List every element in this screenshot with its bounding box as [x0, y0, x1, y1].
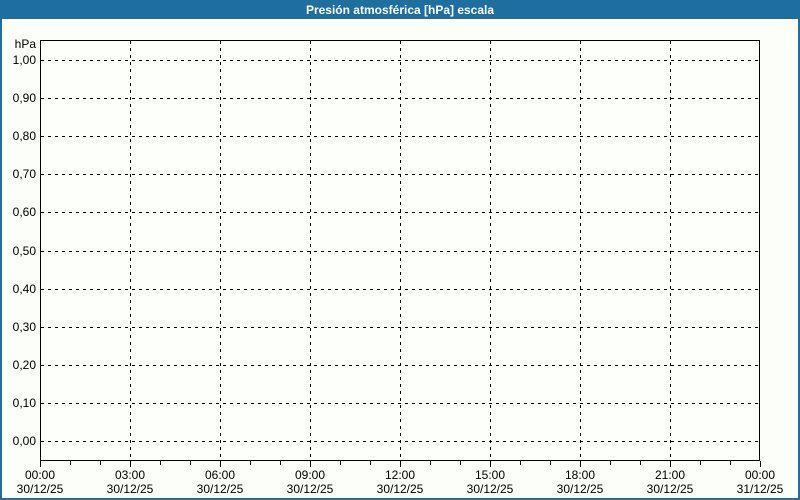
chart-title-bar: Presión atmosférica [hPa] escala — [2, 2, 798, 19]
y-tick-label: 0,10 — [12, 395, 36, 410]
x-minor-tick — [460, 461, 461, 465]
x-tick-time: 09:00 — [294, 468, 326, 482]
x-minor-tick — [250, 461, 251, 465]
y-tick-label: 0,70 — [12, 167, 36, 182]
x-major-tick — [40, 461, 41, 467]
x-minor-tick — [370, 461, 371, 465]
gridline-v — [490, 41, 491, 460]
x-tick-time: 21:00 — [654, 468, 686, 482]
x-tick-label: 12:00 30/12/25 — [365, 468, 435, 496]
x-tick-date: 31/12/25 — [736, 482, 784, 496]
x-minor-tick — [640, 461, 641, 465]
y-tick-label: 0,80 — [12, 129, 36, 144]
y-tick-label: 0,50 — [12, 243, 36, 258]
x-minor-tick — [100, 461, 101, 465]
gridline-v — [310, 41, 311, 460]
gridline-v — [130, 41, 131, 460]
x-tick-label: 09:00 30/12/25 — [275, 468, 345, 496]
x-minor-tick — [280, 461, 281, 465]
y-tick-label: 0,40 — [12, 281, 36, 296]
x-tick-date: 30/12/25 — [646, 482, 694, 496]
x-tick-label: 00:00 31/12/25 — [725, 468, 795, 496]
x-tick-label: 18:00 30/12/25 — [545, 468, 615, 496]
x-major-tick — [490, 461, 491, 467]
x-tick-label: 03:00 30/12/25 — [95, 468, 165, 496]
x-tick-date: 30/12/25 — [556, 482, 604, 496]
gridline-v — [580, 41, 581, 460]
x-tick-date: 30/12/25 — [466, 482, 514, 496]
x-tick-label: 15:00 30/12/25 — [455, 468, 525, 496]
chart-window: Presión atmosférica [hPa] escala hPa 1,0… — [0, 0, 800, 500]
x-minor-tick — [340, 461, 341, 465]
x-minor-tick — [520, 461, 521, 465]
x-tick-time: 00:00 — [744, 468, 776, 482]
x-tick-date: 30/12/25 — [196, 482, 244, 496]
x-major-tick — [220, 461, 221, 467]
x-major-tick — [670, 461, 671, 467]
x-minor-tick — [160, 461, 161, 465]
x-major-tick — [400, 461, 401, 467]
x-tick-time: 00:00 — [24, 468, 56, 482]
x-minor-tick — [730, 461, 731, 465]
x-tick-date: 30/12/25 — [16, 482, 64, 496]
x-major-tick — [130, 461, 131, 467]
x-tick-time: 18:00 — [564, 468, 596, 482]
x-minor-tick — [70, 461, 71, 465]
gridline-v — [220, 41, 221, 460]
gridline-v — [670, 41, 671, 460]
gridline-v — [400, 41, 401, 460]
x-tick-label: 00:00 30/12/25 — [5, 468, 75, 496]
x-minor-tick — [700, 461, 701, 465]
x-minor-tick — [190, 461, 191, 465]
y-tick-label: 0,90 — [12, 91, 36, 106]
x-minor-tick — [610, 461, 611, 465]
y-tick-label: 0,20 — [12, 357, 36, 372]
x-tick-time: 15:00 — [474, 468, 506, 482]
x-minor-tick — [550, 461, 551, 465]
plot-area[interactable] — [40, 40, 760, 461]
y-tick-label: 0,60 — [12, 205, 36, 220]
x-tick-time: 12:00 — [384, 468, 416, 482]
y-tick-label: 0,30 — [12, 319, 36, 334]
x-tick-time: 03:00 — [114, 468, 146, 482]
chart-title: Presión atmosférica [hPa] escala — [305, 3, 495, 17]
y-tick-label: 1,00 — [12, 53, 36, 67]
y-tick-label: 0,00 — [12, 434, 36, 448]
y-axis-unit-label: hPa — [14, 37, 36, 51]
x-tick-date: 30/12/25 — [106, 482, 154, 496]
x-tick-date: 30/12/25 — [376, 482, 424, 496]
x-tick-date: 30/12/25 — [286, 482, 334, 496]
x-tick-label: 06:00 30/12/25 — [185, 468, 255, 496]
x-major-tick — [760, 461, 761, 467]
x-major-tick — [580, 461, 581, 467]
x-minor-tick — [430, 461, 431, 465]
x-tick-label: 21:00 30/12/25 — [635, 468, 705, 496]
x-tick-time: 06:00 — [204, 468, 236, 482]
x-major-tick — [310, 461, 311, 467]
